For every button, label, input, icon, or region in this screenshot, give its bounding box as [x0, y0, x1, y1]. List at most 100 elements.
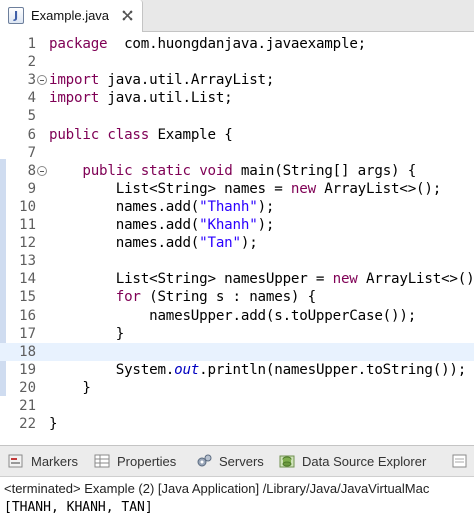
keyword-token: new: [332, 271, 358, 288]
code-line[interactable]: 20 }: [0, 379, 474, 397]
keyword-token: for: [115, 289, 141, 306]
line-number: 3: [27, 72, 36, 89]
code-text: List<String> names = new ArrayList<>();: [49, 180, 442, 198]
code-token: ArrayList<>();: [315, 180, 442, 197]
code-line[interactable]: 8 public static void main(String[] args)…: [0, 162, 474, 180]
code-token: List<String> names =: [49, 180, 291, 197]
code-line[interactable]: 11 names.add("Khanh");: [0, 216, 474, 234]
code-line[interactable]: 4 import java.util.List;: [0, 89, 474, 107]
code-line[interactable]: 12 names.add("Tan");: [0, 234, 474, 252]
line-number: 19: [19, 361, 36, 378]
line-number: 7: [27, 144, 36, 161]
code-token: Example {: [149, 126, 233, 143]
line-number: 17: [19, 325, 36, 342]
code-line[interactable]: 1 package com.huongdanjava.javaexample;: [0, 35, 474, 53]
string-token: "Tan": [199, 235, 241, 252]
keyword-token: class: [107, 126, 150, 143]
code-line[interactable]: 10 names.add("Thanh");: [0, 198, 474, 216]
code-text: names.add("Thanh");: [49, 198, 275, 216]
snippets-icon: [452, 454, 467, 468]
code-token: );: [257, 198, 275, 215]
editor-tab-bar: J Example.java: [0, 0, 474, 32]
code-text: namesUpper.add(s.toUpperCase());: [49, 307, 416, 325]
keyword-token: import: [49, 90, 100, 107]
keyword-token: void: [199, 162, 233, 179]
code-token: (String s : names) {: [140, 289, 316, 306]
console-output[interactable]: [THANH, KHANH, TAN]: [4, 500, 153, 515]
keyword-token: public: [82, 162, 133, 179]
line-number: 1: [27, 36, 36, 52]
code-token: );: [240, 235, 258, 252]
editor-tab-title: Example.java: [31, 8, 110, 23]
view-tab-bar: Markers Properties Servers Data Source E…: [0, 446, 474, 477]
code-text: package com.huongdanjava.javaexample;: [49, 35, 366, 53]
console-launch-label: <terminated> Example (2) [Java Applicati…: [4, 481, 430, 496]
line-number: 12: [19, 235, 36, 252]
code-token: );: [257, 217, 275, 233]
code-token: java.util.ArrayList;: [99, 72, 275, 89]
code-line[interactable]: 13: [0, 252, 474, 270]
data-source-explorer-icon: [279, 455, 295, 468]
code-line[interactable]: 18: [0, 342, 474, 361]
code-token: names.add(: [49, 235, 200, 252]
line-number: 9: [27, 180, 36, 197]
string-token: "Thanh": [199, 198, 258, 215]
line-number: 5: [27, 108, 36, 125]
properties-icon: [94, 454, 110, 468]
code-token: com.huongdanjava.javaexample;: [107, 36, 366, 52]
code-line[interactable]: 17 }: [0, 325, 474, 343]
code-line[interactable]: 15 for (String s : names) {: [0, 288, 474, 306]
line-number: 21: [19, 398, 36, 414]
code-text: }: [49, 325, 125, 343]
code-token: System.: [49, 361, 175, 378]
code-text: public static void main(String[] args) {: [49, 162, 416, 180]
java-file-icon: J: [8, 7, 24, 24]
code-line[interactable]: 16 namesUpper.add(s.toUpperCase());: [0, 307, 474, 325]
code-token: names.add(: [49, 198, 200, 215]
line-number: 15: [19, 289, 36, 306]
tab-data-source-explorer-label: Data Source Explorer: [302, 454, 427, 469]
code-token: .println(namesUpper.toString());: [199, 361, 467, 378]
code-token: java.util.List;: [99, 90, 233, 107]
code-line[interactable]: 3 import java.util.ArrayList;: [0, 71, 474, 89]
fold-collapse-icon[interactable]: [37, 75, 47, 86]
code-line[interactable]: 9 List<String> names = new ArrayList<>()…: [0, 180, 474, 198]
close-icon[interactable]: [120, 8, 135, 23]
code-text: System.out.println(namesUpper.toString()…: [49, 361, 467, 379]
code-text: names.add("Tan");: [49, 234, 258, 252]
code-line[interactable]: 6 public class Example {: [0, 126, 474, 144]
code-line[interactable]: 5: [0, 107, 474, 125]
code-editor[interactable]: 1 package com.huongdanjava.javaexample; 2 3…: [0, 32, 474, 439]
code-token: }: [49, 325, 125, 342]
line-number: 11: [19, 217, 36, 233]
tab-markers-label: Markers: [31, 454, 78, 469]
code-text: public class Example {: [49, 126, 233, 144]
code-line[interactable]: 21: [0, 397, 474, 415]
line-number: 20: [19, 379, 36, 396]
code-line[interactable]: 22}: [0, 415, 474, 433]
static-field-token: out: [174, 361, 200, 378]
line-number: 22: [19, 416, 36, 433]
line-number: 10: [19, 198, 36, 215]
code-token: List<String> namesUpper =: [49, 271, 333, 288]
code-line[interactable]: 19 System.out.println(namesUpper.toStrin…: [0, 361, 474, 379]
line-number: 4: [27, 90, 36, 107]
code-text: }: [49, 379, 91, 397]
code-line[interactable]: 7: [0, 144, 474, 162]
code-line[interactable]: 2: [0, 53, 474, 71]
code-token: }: [49, 379, 91, 396]
line-number: 18: [19, 343, 36, 360]
code-line[interactable]: 14 List<String> namesUpper = new ArrayLi…: [0, 270, 474, 288]
line-number: 13: [19, 253, 36, 270]
code-text: for (String s : names) {: [49, 288, 316, 306]
fold-collapse-icon[interactable]: [37, 165, 47, 176]
console-view: Markers Properties Servers Data Source E…: [0, 445, 474, 528]
code-text: List<String> namesUpper = new ArrayList<…: [49, 270, 474, 288]
code-token: }: [49, 416, 58, 433]
line-number: 6: [27, 126, 36, 143]
editor-tab-example-java[interactable]: J Example.java: [0, 0, 143, 32]
